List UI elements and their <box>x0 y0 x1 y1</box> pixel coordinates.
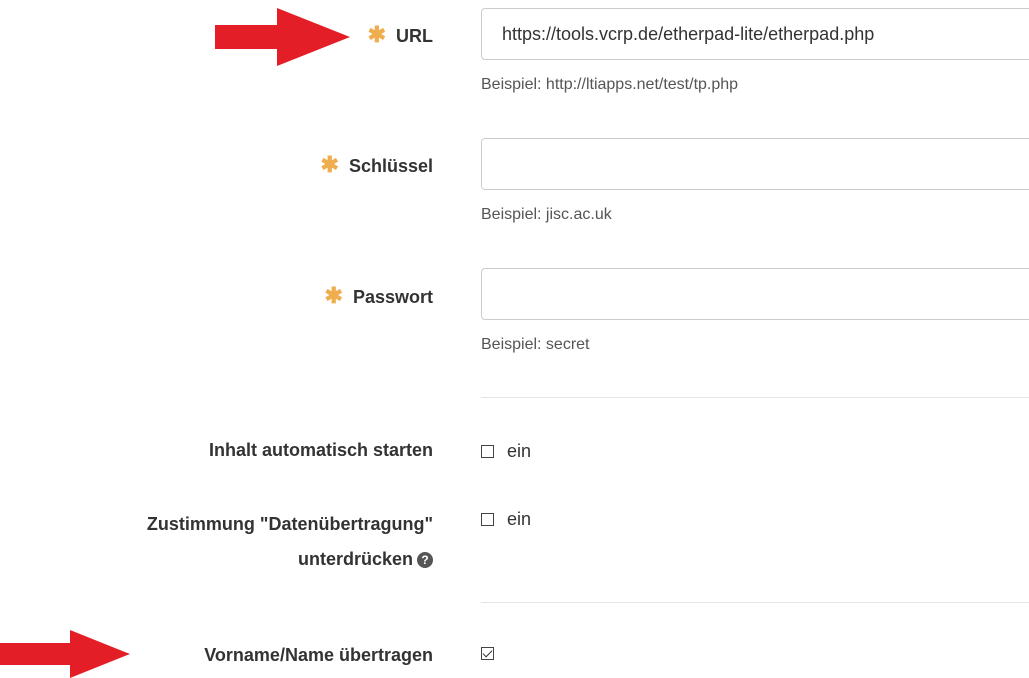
consent-checkbox[interactable] <box>481 513 494 526</box>
url-label: ✱ URL <box>368 24 433 47</box>
consent-checkbox-wrap[interactable]: ein <box>481 509 531 530</box>
url-input[interactable]: https://tools.vcrp.de/etherpad-lite/ethe… <box>481 8 1029 60</box>
red-arrow-icon <box>0 630 130 678</box>
url-help: Beispiel: http://ltiapps.net/test/tp.php <box>481 76 739 93</box>
section-divider <box>481 602 1029 603</box>
password-input[interactable] <box>481 268 1029 320</box>
send-name-checkbox[interactable] <box>481 647 494 660</box>
key-label: ✱ Schlüssel <box>321 154 433 177</box>
consent-checkbox-label[interactable]: ein <box>507 509 531 530</box>
consent-label-line1: Zustimmung "Datenübertragung" <box>146 514 433 534</box>
autostart-checkbox[interactable] <box>481 445 494 458</box>
section-divider <box>481 397 1029 398</box>
key-label-text: Schlüssel <box>348 156 433 176</box>
question-circle-icon[interactable]: ? <box>417 552 433 568</box>
autostart-label: Inhalt automatisch starten <box>208 440 433 460</box>
url-label-text: URL <box>396 26 433 46</box>
asterisk-icon: ✱ <box>320 152 339 177</box>
key-help: Beispiel: jisc.ac.uk <box>481 206 612 223</box>
password-help: Beispiel: secret <box>481 336 590 353</box>
autostart-checkbox-wrap[interactable]: ein <box>481 441 531 462</box>
consent-label: Zustimmung "Datenübertragung" unterdrück… <box>147 507 433 577</box>
red-arrow-icon <box>215 8 350 66</box>
key-input[interactable] <box>481 138 1029 190</box>
password-label: ✱ Passwort <box>325 285 433 308</box>
send-name-label: Vorname/Name übertragen <box>204 645 433 665</box>
consent-label-line2: unterdrücken <box>297 549 413 569</box>
send-name-checkbox-wrap[interactable] <box>481 647 494 660</box>
password-label-text: Passwort <box>352 287 433 307</box>
asterisk-icon: ✱ <box>324 283 343 308</box>
autostart-checkbox-label[interactable]: ein <box>507 441 531 462</box>
consent-label-line2-wrap: unterdrücken? <box>147 542 433 577</box>
asterisk-icon: ✱ <box>367 22 386 47</box>
